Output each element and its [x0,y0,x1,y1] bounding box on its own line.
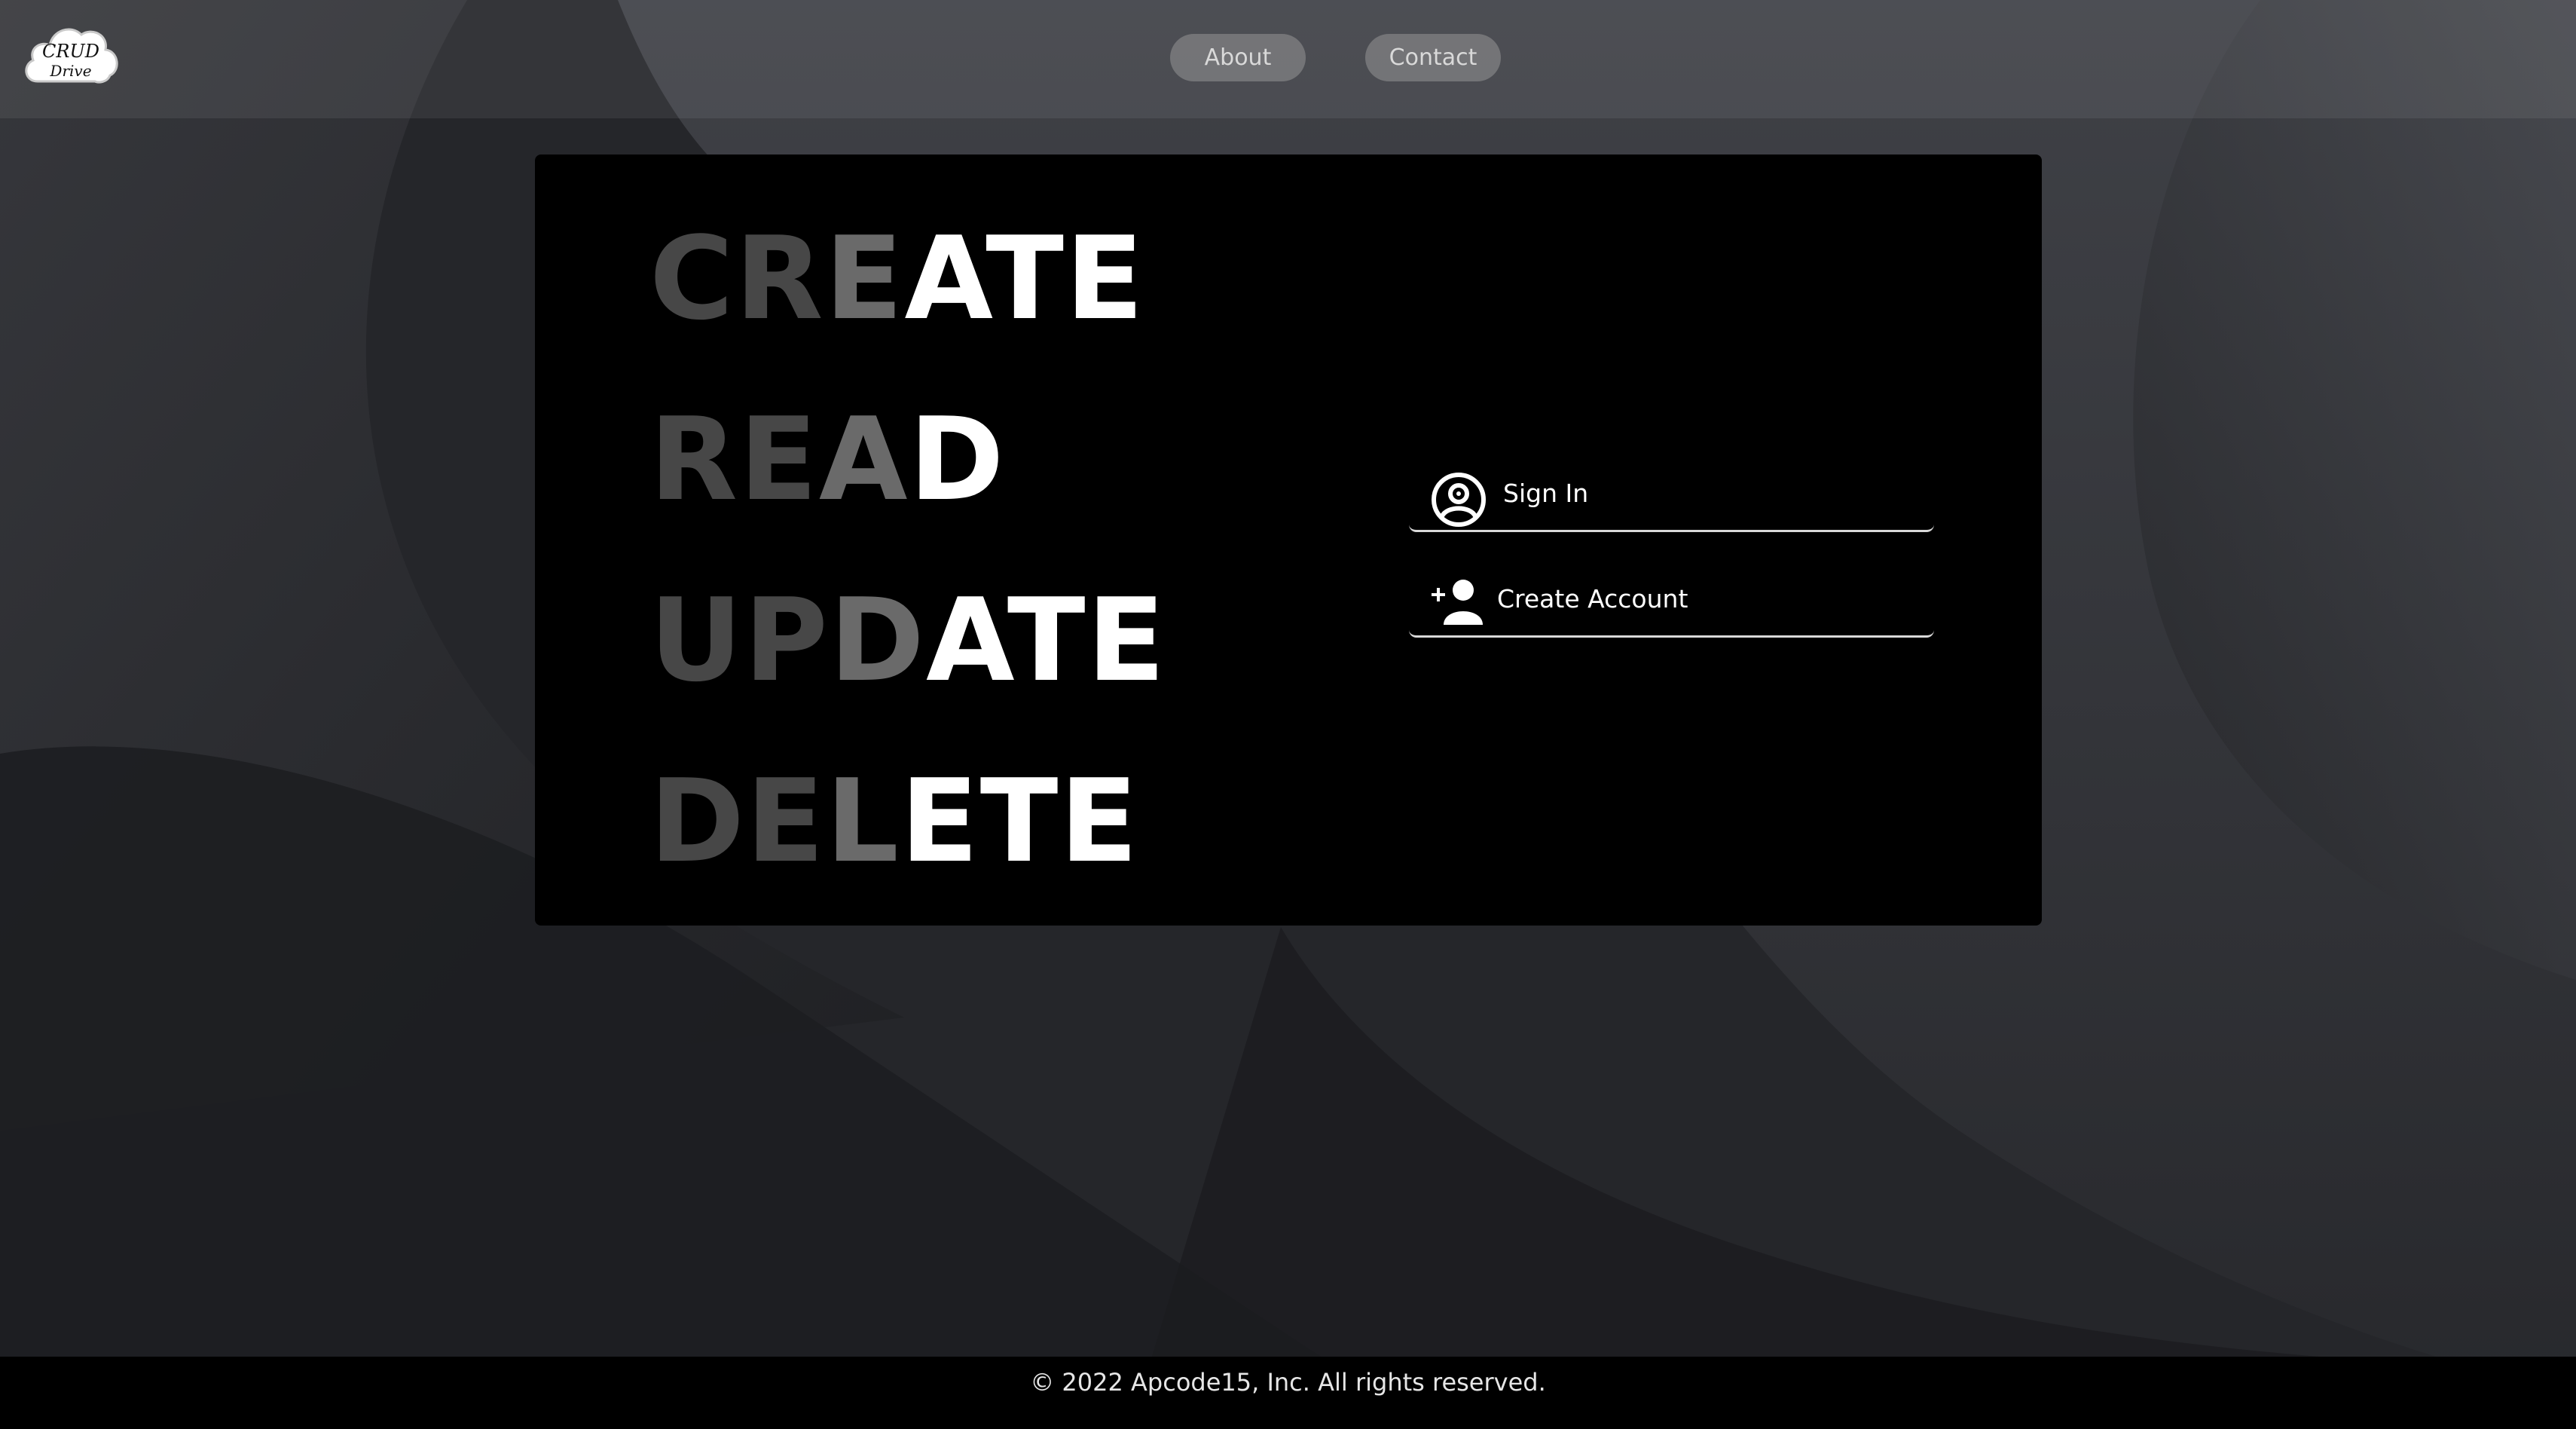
logo-text-line2: Drive [49,62,91,80]
hero-word-delete: DELETE [649,761,1139,882]
about-button[interactable]: About [1170,34,1306,81]
footer-copyright: © 2022 Apcode15, Inc. All rights reserve… [1030,1368,1546,1397]
crud-drive-logo[interactable]: CRUD Drive [23,21,121,89]
hero-letter: D [829,574,927,707]
hero-letter: E [824,212,905,345]
hero-letter: E [900,754,980,888]
hero-letter: U [649,574,744,707]
hero-letter: E [746,754,827,888]
add-user-icon [1432,580,1483,625]
hero-letter: T [1007,574,1087,707]
hero-letter: A [926,574,1007,707]
hero-letter: E [1086,574,1167,707]
hero-letter: T [979,754,1060,888]
sign-in-button[interactable]: Sign In [1409,454,1934,532]
hero-letter: T [985,212,1065,345]
hero-letter: A [818,393,909,526]
hero-letter: L [826,754,900,888]
footer: © 2022 Apcode15, Inc. All rights reserve… [0,1357,2576,1429]
hero-letter: E [1065,212,1145,345]
user-circle-icon [1432,473,1486,527]
hero-word-read: READ [649,399,1006,520]
hero-letter: R [735,212,825,345]
sign-in-label: Sign In [1503,479,1589,508]
contact-button[interactable]: Contact [1365,34,1501,81]
top-navigation-bar: CRUD Drive About Contact [0,0,2576,118]
hero-word-create: CREATE [649,219,1145,339]
create-account-label: Create Account [1497,584,1688,614]
hero-letter: R [649,393,740,526]
hero-letter: D [649,754,747,888]
hero-letter: E [1059,754,1140,888]
logo-text-line1: CRUD [42,41,99,62]
hero-word-update: UPDATE [649,580,1166,701]
main-card: CREATE READ UPDATE DELETE Sign In Create… [535,155,2042,926]
hero-letter: E [739,393,819,526]
create-account-button[interactable]: Create Account [1409,560,1934,638]
hero-letter: P [744,574,830,707]
hero-letter: D [909,393,1006,526]
hero-letter: C [649,212,735,345]
hero-letter: A [904,212,986,345]
